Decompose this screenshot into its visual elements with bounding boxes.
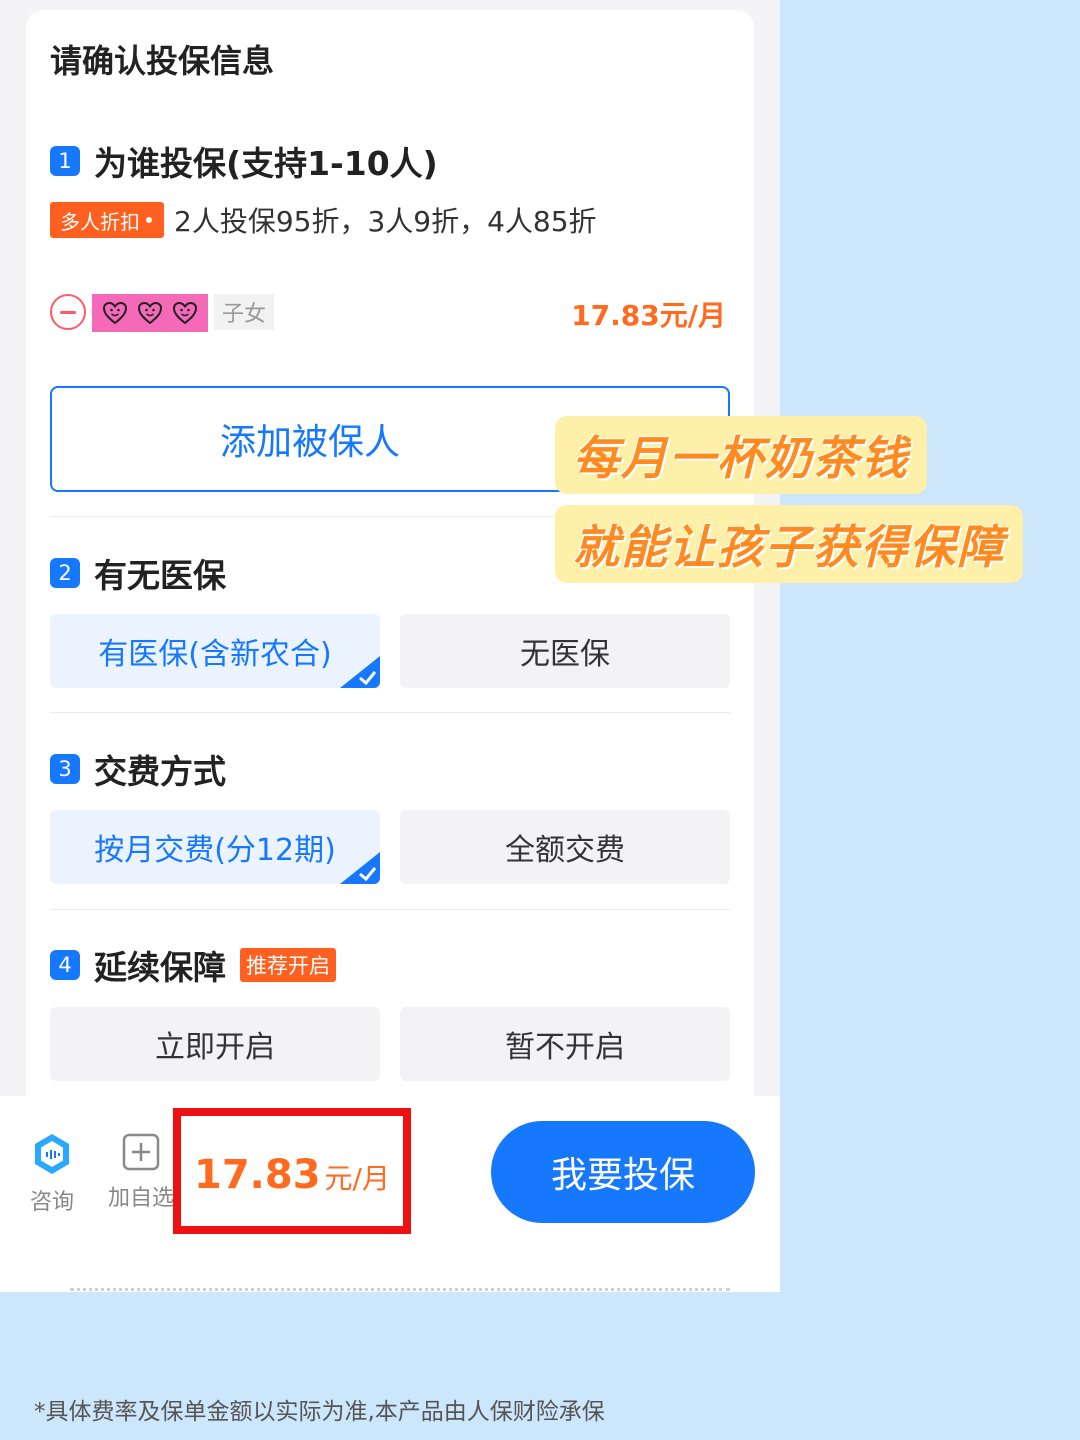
remove-insured-button[interactable] [50, 294, 86, 330]
section-number: 4 [50, 950, 80, 980]
section-number: 1 [50, 146, 80, 176]
section-number: 2 [50, 558, 80, 588]
option-label: 全额交费 [505, 833, 625, 868]
buy-insurance-button[interactable]: 我要投保 [491, 1121, 755, 1223]
option-label: 有医保(含新农合) [98, 637, 332, 672]
section-title: 延续保障 [94, 948, 226, 987]
promo-banner-2: 就能让孩子获得保障 [555, 505, 1023, 583]
total-price: 17.83 [194, 1152, 321, 1198]
heart-face-icon [103, 301, 128, 325]
option-label: 暂不开启 [505, 1030, 625, 1065]
price-unit: 元/月 [324, 1162, 390, 1195]
divider [50, 909, 730, 910]
check-corner-icon [340, 656, 380, 688]
consult-button[interactable]: 咨询 [30, 1132, 74, 1216]
check-corner-icon [340, 852, 380, 884]
insured-person-row: 子女 17.83元/月 [50, 292, 730, 332]
section-title: 交费方式 [94, 752, 226, 791]
consult-label: 咨询 [30, 1190, 75, 1215]
chat-bot-icon [35, 1134, 69, 1174]
section-payment-header: 3 交费方式 [50, 745, 226, 793]
discount-badge: 多人折扣 [50, 202, 164, 238]
add-favorite-button[interactable]: 加自选 [108, 1132, 174, 1212]
heart-face-icon [172, 301, 197, 325]
favorite-label: 加自选 [108, 1186, 175, 1211]
phone-screen: 请确认投保信息 1 为谁投保(支持1-10人) 多人折扣 2人投保95折，3人9… [0, 0, 780, 1292]
section-who-header: 1 为谁投保(支持1-10人) [50, 137, 438, 185]
promo-banner-1: 每月一杯奶茶钱 [555, 416, 927, 494]
insured-price: 17.83元/月 [571, 299, 726, 332]
section-title: 有无医保 [94, 556, 226, 595]
name-mask-sticker [92, 294, 208, 332]
option-has-medical[interactable]: 有医保(含新农合) [50, 614, 380, 688]
page-title: 请确认投保信息 [50, 42, 275, 80]
disclaimer-footnote: *具体费率及保单金额以实际为准,本产品由人保财险承保 [34, 1399, 605, 1425]
discount-text: 2人投保95折，3人9折，4人85折 [174, 205, 597, 238]
total-price-highlight: 17.83 元/月 [173, 1108, 411, 1234]
divider [50, 712, 730, 713]
option-label: 按月交费(分12期) [94, 833, 336, 868]
section-medical-header: 2 有无医保 [50, 549, 226, 597]
section-title: 为谁投保(支持1-10人) [94, 144, 438, 183]
option-disable-renewal[interactable]: 暂不开启 [400, 1007, 730, 1081]
heart-face-icon [137, 301, 162, 325]
faded-text-line [70, 1288, 730, 1294]
recommend-tag: 推荐开启 [240, 948, 336, 982]
option-monthly-pay[interactable]: 按月交费(分12期) [50, 810, 380, 884]
section-renewal-header: 4 延续保障 推荐开启 [50, 941, 336, 989]
relation-tag: 子女 [214, 294, 275, 330]
option-label: 无医保 [520, 637, 610, 672]
plus-square-icon [122, 1133, 160, 1171]
discount-badge-label: 多人折扣 [60, 209, 140, 234]
dot-icon [146, 217, 152, 223]
bottom-action-bar: 咨询 加自选 17.83 元/月 我要投保 [0, 1096, 780, 1292]
discount-row: 多人折扣 2人投保95折，3人9折，4人85折 [50, 200, 597, 240]
option-label: 立即开启 [155, 1030, 275, 1065]
section-number: 3 [50, 754, 80, 784]
option-no-medical[interactable]: 无医保 [400, 614, 730, 688]
option-full-pay[interactable]: 全额交费 [400, 810, 730, 884]
option-enable-renewal[interactable]: 立即开启 [50, 1007, 380, 1081]
